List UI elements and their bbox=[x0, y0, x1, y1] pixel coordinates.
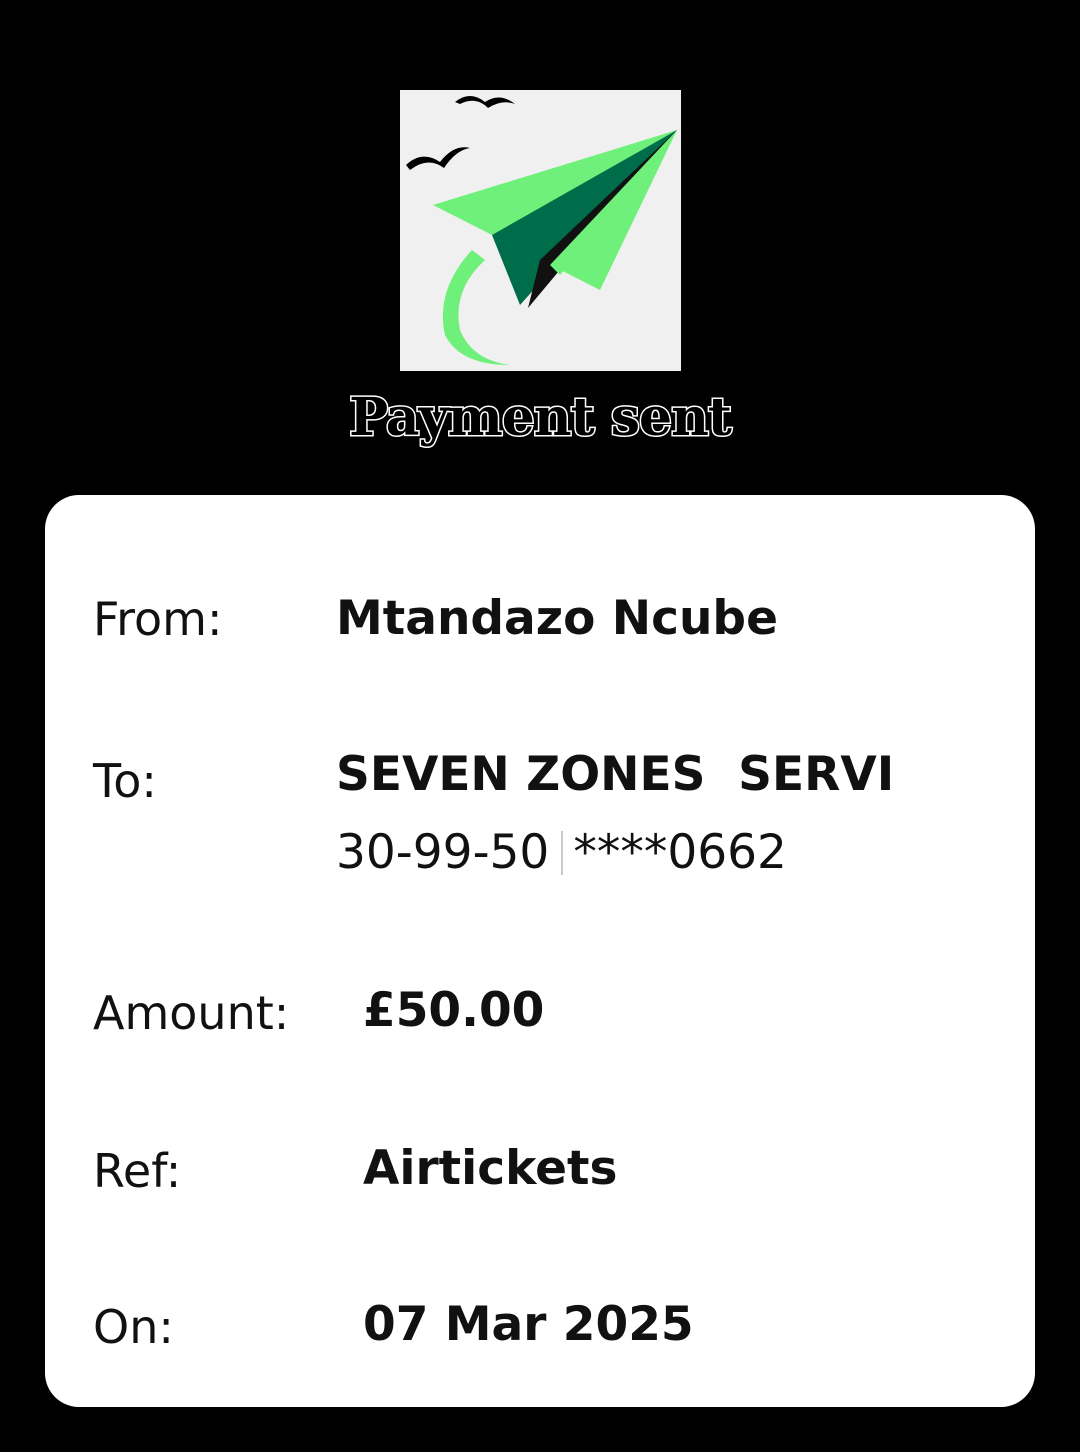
sort-code: 30-99-50 bbox=[336, 825, 550, 880]
page-title: Payment sent bbox=[348, 386, 734, 450]
from-value: Mtandazo Ncube bbox=[336, 591, 778, 646]
amount-label: Amount: bbox=[93, 986, 290, 1040]
account-info: 30-99-50 ****0662 bbox=[336, 825, 787, 881]
ref-label: Ref: bbox=[93, 1144, 182, 1198]
to-label: To: bbox=[93, 754, 157, 808]
account-number: ****0662 bbox=[573, 825, 787, 880]
account-divider bbox=[561, 831, 564, 875]
amount-value: £50.00 bbox=[363, 983, 545, 1038]
ref-value: Airtickets bbox=[363, 1141, 618, 1196]
date-label: On: bbox=[93, 1300, 174, 1354]
payment-details-card: From: Mtandazo Ncube To: SEVEN ZONES SER… bbox=[45, 495, 1035, 1407]
paper-plane-icon bbox=[406, 96, 677, 365]
to-value: SEVEN ZONES SERVI bbox=[336, 747, 895, 802]
date-value: 07 Mar 2025 bbox=[363, 1297, 694, 1352]
from-label: From: bbox=[93, 592, 223, 646]
app-logo bbox=[400, 90, 681, 371]
